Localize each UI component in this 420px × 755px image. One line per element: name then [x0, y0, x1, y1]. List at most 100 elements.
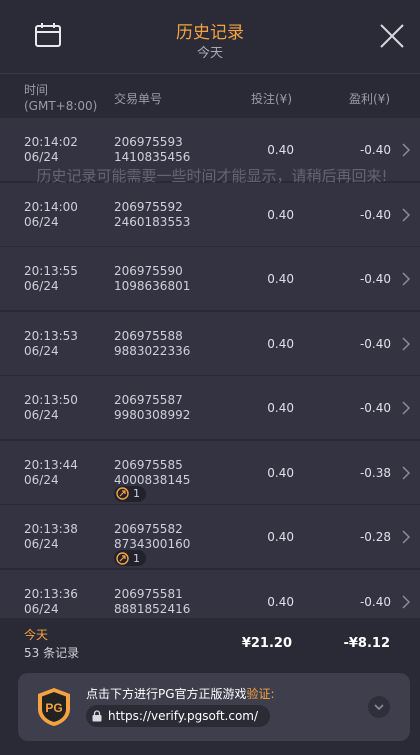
- chevron-down-icon: [374, 704, 384, 711]
- row-order: 206975581 8881852416: [114, 587, 190, 617]
- row-time: 20:13:38 06/24: [24, 522, 78, 552]
- lock-icon: [92, 710, 102, 722]
- row-order: 206975582 8734300160: [114, 522, 190, 552]
- row-time: 20:14:00 06/24: [24, 200, 78, 230]
- history-row[interactable]: 20:13:55 06/24 206975590 1098636801 0.40 -0.4…: [0, 247, 420, 311]
- row-profit: -0.40: [359, 272, 391, 286]
- record-count: 53 条记录: [24, 646, 80, 660]
- row-date-value: 06/24: [24, 279, 59, 293]
- row-order: 206975590 1098636801: [114, 264, 190, 294]
- row-order-part1: 206975587: [114, 393, 183, 407]
- verify-url[interactable]: https://verify.pgsoft.com/: [108, 709, 258, 723]
- row-order: 206975592 2460183553: [114, 200, 190, 230]
- chevron-right-icon[interactable]: [402, 336, 410, 351]
- row-time-value: 20:14:02: [24, 135, 78, 149]
- pg-logo: PG: [38, 688, 70, 726]
- badge-count: 1: [133, 487, 140, 500]
- row-date-value: 06/24: [24, 408, 59, 422]
- free-spin-badge: 1: [114, 550, 146, 566]
- chevron-right-icon[interactable]: [402, 530, 410, 544]
- verify-highlight: 验证:: [246, 687, 275, 701]
- history-row[interactable]: 20:13:44 06/24 206975585 4000838145 0.40 -0.3…: [0, 440, 420, 505]
- summary-today: 今天: [24, 628, 49, 642]
- chevron-right-icon[interactable]: [402, 401, 410, 415]
- row-profit: -0.40: [359, 143, 391, 157]
- row-time-value: 20:13:38: [24, 522, 78, 536]
- spin-icon: [116, 551, 129, 565]
- row-order-part1: 206975588: [114, 328, 183, 343]
- column-header: 时间 (GMT+8:00) 交易单号 投注(¥) 盈利(¥): [0, 74, 420, 118]
- row-order-part2: 1410835456: [114, 150, 191, 164]
- row-order: 206975587 9980308992: [114, 393, 190, 423]
- pg-logo-text: PG: [45, 701, 62, 715]
- row-profit: -0.40: [359, 336, 391, 351]
- history-row[interactable]: 20:13:38 06/24 206975582 8734300160 0.40 -0.2…: [0, 505, 420, 569]
- column-profit: 盈利(¥): [349, 92, 390, 106]
- row-order-part2: 9980308992: [114, 408, 191, 422]
- row-bet: 0.40: [267, 530, 294, 544]
- row-time-value: 20:13:50: [24, 393, 78, 407]
- verify-url-pill[interactable]: https://verify.pgsoft.com/: [86, 705, 271, 727]
- summary-bar: 今天 53 条记录 ¥21.20 -¥8.12: [0, 618, 420, 664]
- row-order-part1: 206975582: [114, 522, 183, 536]
- row-time-value: 20:13:44: [24, 457, 78, 472]
- row-order-part2: 1098636801: [114, 279, 191, 293]
- row-bet: 0.40: [267, 272, 294, 286]
- badge-count: 1: [133, 551, 140, 565]
- row-time-value: 20:13:55: [24, 264, 78, 278]
- row-date-value: 06/24: [24, 472, 59, 487]
- page-subtitle: 今天: [196, 46, 223, 61]
- row-profit: -0.40: [359, 594, 391, 609]
- row-date-value: 06/24: [24, 214, 59, 229]
- row-date-value: 06/24: [24, 343, 59, 358]
- row-order-part2: 2460183553: [114, 214, 191, 229]
- row-time: 20:13:50 06/24: [24, 393, 78, 423]
- column-timezone-label: (GMT+8:00): [24, 99, 98, 113]
- row-time-value: 20:14:00: [24, 199, 78, 214]
- close-icon[interactable]: [378, 22, 406, 50]
- row-time: 20:13:44 06/24: [24, 458, 78, 488]
- row-bet: 0.40: [267, 401, 294, 415]
- verify-message: 点击下方进行PG官方正版游戏: [86, 687, 247, 701]
- column-order: 交易单号: [114, 92, 163, 106]
- row-time: 20:13:36 06/24: [24, 587, 78, 617]
- row-time: 20:13:53 06/24: [24, 329, 78, 359]
- page-title: 历史记录: [176, 23, 244, 43]
- row-order-part1: 206975593: [114, 135, 183, 149]
- row-profit: -0.40: [359, 401, 391, 415]
- row-order-part1: 206975585: [114, 457, 183, 472]
- chevron-right-icon[interactable]: [402, 207, 410, 222]
- row-bet: 0.40: [267, 143, 294, 157]
- chevron-right-icon[interactable]: [402, 465, 410, 480]
- row-profit: -0.28: [359, 530, 391, 544]
- history-row[interactable]: 20:14:02 06/24 206975593 1410835456 0.40 -0.4…: [0, 118, 420, 182]
- verify-text: 点击下方进行PG官方正版游戏验证:: [86, 685, 275, 702]
- row-time-value: 20:13:36: [24, 586, 78, 601]
- row-date-value: 06/24: [24, 601, 59, 616]
- chevron-right-icon[interactable]: [402, 594, 410, 609]
- history-row[interactable]: 20:13:36 06/24 206975581 8881852416 0.40 -0.4…: [0, 569, 420, 618]
- verify-banner[interactable]: PG 点击下方进行PG官方正版游戏验证: https://verify.pgso…: [18, 673, 410, 741]
- row-order-part2: 9883022336: [114, 343, 191, 358]
- row-profit: -0.38: [359, 465, 391, 480]
- row-time: 20:13:55 06/24: [24, 264, 78, 294]
- spin-icon: [116, 487, 129, 500]
- history-row[interactable]: 20:13:50 06/24 206975587 9980308992 0.40 -0.4…: [0, 376, 420, 440]
- row-order-part1: 206975590: [114, 264, 183, 278]
- column-time: 时间 (GMT+8:00): [24, 82, 97, 114]
- row-bet: 0.40: [267, 207, 294, 222]
- total-profit: -¥8.12: [343, 636, 390, 651]
- header: 历史记录 今天: [0, 0, 420, 74]
- collapse-button[interactable]: [368, 696, 390, 718]
- total-bet: ¥21.20: [241, 636, 292, 651]
- free-spin-badge: 1: [114, 485, 146, 502]
- column-bet: 投注(¥): [251, 92, 292, 106]
- row-order: 206975588 9883022336: [114, 329, 190, 359]
- row-date-value: 06/24: [24, 150, 59, 164]
- history-row[interactable]: 20:13:53 06/24 206975588 9883022336 0.40 -0.4…: [0, 311, 420, 376]
- history-list[interactable]: 20:14:02 06/24 206975593 1410835456 0.40 -0.4…: [0, 118, 420, 618]
- history-row[interactable]: 20:14:00 06/24 206975592 2460183553 0.40 -0.4…: [0, 182, 420, 247]
- chevron-right-icon[interactable]: [402, 143, 410, 157]
- row-order-part1: 206975581: [114, 586, 183, 601]
- chevron-right-icon[interactable]: [402, 272, 410, 286]
